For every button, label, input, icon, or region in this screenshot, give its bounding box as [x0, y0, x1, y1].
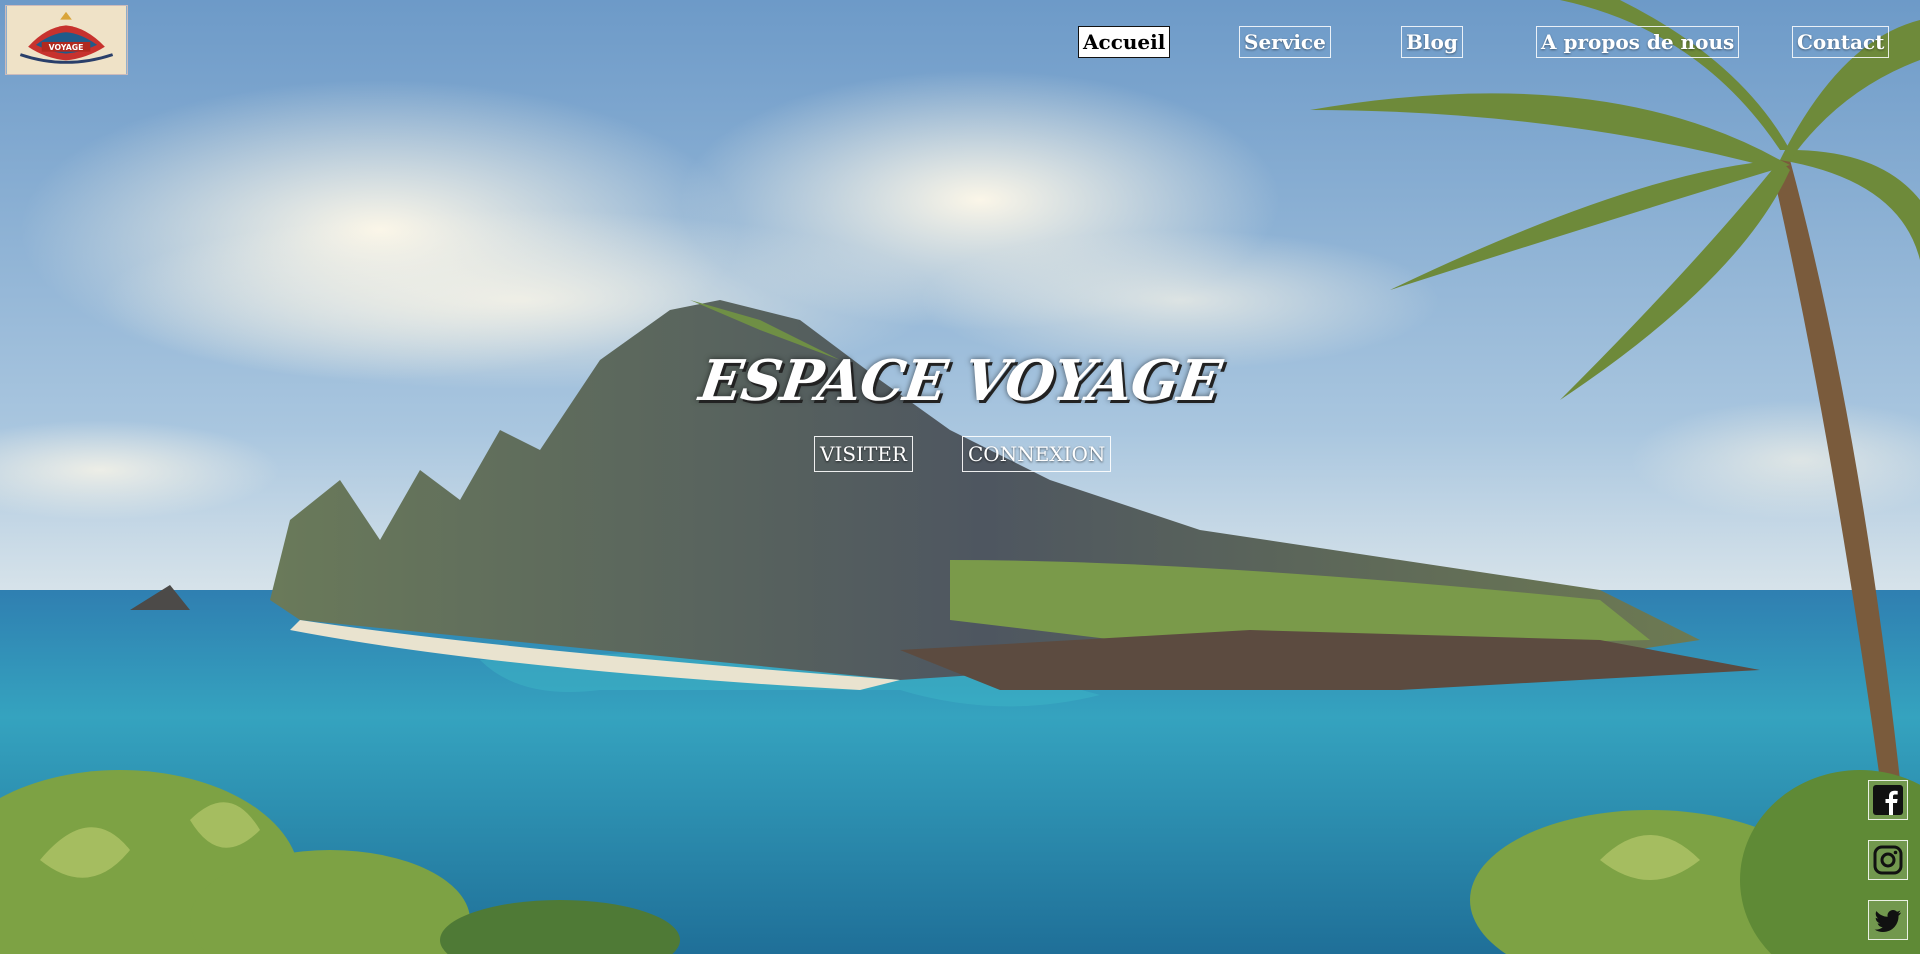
hero-title: ESPACE VOYAGE	[695, 348, 1225, 414]
nav-link-service[interactable]: Service	[1239, 26, 1331, 58]
logo-emblem-icon: VOYAGE	[6, 6, 127, 74]
nav-link-contact[interactable]: Contact	[1792, 26, 1890, 58]
visit-button[interactable]: VISITER	[814, 436, 913, 472]
twitter-icon	[1874, 910, 1901, 932]
twitter-link[interactable]	[1868, 900, 1908, 940]
facebook-link[interactable]	[1868, 780, 1908, 820]
hero-background-image	[0, 0, 1920, 954]
svg-text:VOYAGE: VOYAGE	[49, 43, 84, 52]
nav-link-accueil[interactable]: Accueil	[1078, 26, 1171, 58]
instagram-icon	[1873, 845, 1903, 875]
site-logo[interactable]: VOYAGE	[5, 5, 128, 75]
facebook-icon	[1873, 785, 1903, 815]
nav-link-blog[interactable]: Blog	[1401, 26, 1463, 58]
instagram-link[interactable]	[1868, 840, 1908, 880]
nav-link-a-propos[interactable]: A propos de nous	[1536, 26, 1740, 58]
login-button[interactable]: CONNEXION	[962, 436, 1112, 472]
